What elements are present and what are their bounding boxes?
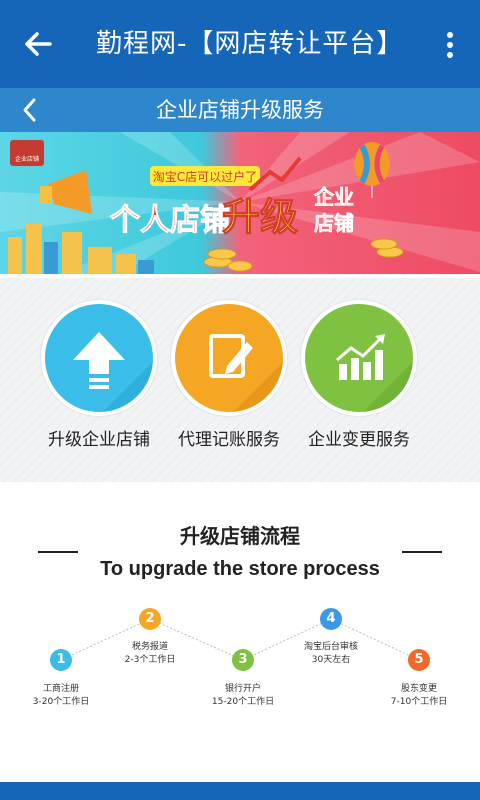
service-label: 升级企业店铺 [48,430,150,450]
service-bookkeeping[interactable]: 代理记账服务 [164,300,294,452]
banner-graphic: 企业店铺 淘宝C店可以过户了 个人店铺 升级 企业 店铺 [0,132,480,274]
step-name: 银行开户 [224,684,261,694]
promo-banner[interactable]: 企业店铺 淘宝C店可以过户了 个人店铺 升级 企业 店铺 [0,132,480,274]
step-number: 2 [139,608,161,630]
step-number: 5 [408,649,430,671]
page-title: 企业店铺升级服务 [156,98,324,122]
step-name: 淘宝后台审核 [303,642,358,652]
service-change[interactable]: 企业变更服务 [294,300,424,452]
step-4: 淘宝后台审核 30天左右 [276,641,386,667]
process-section: 升级店铺流程 To upgrade the store process 1 工商… [0,482,480,782]
step-number: 1 [50,649,72,671]
arrow-left-icon[interactable] [22,26,54,62]
banner-headline-1: 个人店铺 [110,203,230,238]
step-1: 工商注册 3-20个工作日 [6,683,116,709]
step-name: 税务报道 [131,642,168,652]
app-title: 勤程网-【网店转让平台】 [96,29,404,59]
upload-arrow-icon [41,300,157,416]
step-duration: 30天左右 [311,655,351,665]
bottom-bar [0,782,480,800]
page-header: 企业店铺升级服务 [0,88,480,132]
step-5: 股东变更 7-10个工作日 [364,683,474,709]
banner-headline-3b: 店铺 [314,211,354,235]
step-number: 4 [320,608,342,630]
banner-badge: 企业店铺 [15,155,39,163]
edit-document-icon [171,300,287,416]
banner-headline-3a: 企业 [313,185,354,209]
step-duration: 3-20个工作日 [32,697,90,707]
banner-headline-2: 升级 [222,195,298,239]
app-bar: 勤程网-【网店转让平台】 [0,0,480,88]
step-3: 银行开户 15-20个工作日 [188,683,298,709]
step-duration: 2-3个工作日 [124,655,176,665]
growth-chart-icon [301,300,417,416]
banner-tag: 淘宝C店可以过户了 [153,169,257,184]
step-duration: 7-10个工作日 [390,697,448,707]
step-2: 税务报道 2-3个工作日 [95,641,205,667]
services-section: 升级企业店铺 代理记账服务 企业变更服务 [0,278,480,482]
more-vert-icon[interactable] [440,30,460,60]
service-upgrade-store[interactable]: 升级企业店铺 [34,300,164,452]
process-connector [60,618,420,661]
step-duration: 15-20个工作日 [211,697,275,707]
step-number: 3 [232,649,254,671]
service-label: 企业变更服务 [308,430,410,450]
service-label: 代理记账服务 [178,430,280,450]
step-name: 工商注册 [42,684,79,694]
step-name: 股东变更 [400,684,437,694]
